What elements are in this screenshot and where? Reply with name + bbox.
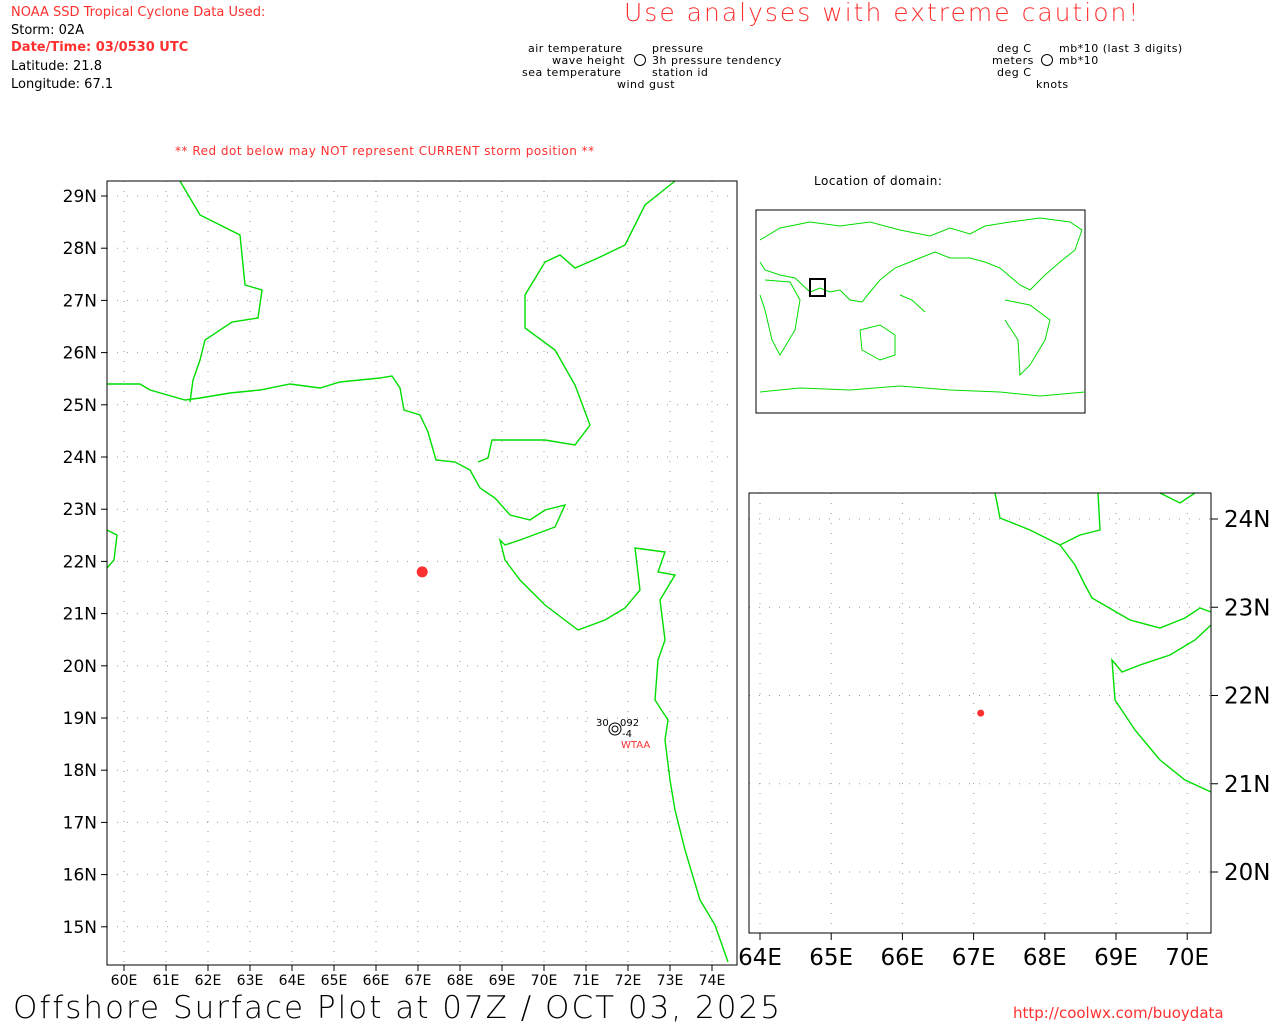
lon-tick-label: 71E bbox=[573, 973, 600, 989]
lat-tick-label: 17N bbox=[63, 813, 97, 833]
inset-storm-position-marker[interactable] bbox=[977, 709, 985, 717]
lon-tick-label: 73E bbox=[657, 973, 684, 989]
inset-lon-tick-label: 64E bbox=[738, 945, 782, 971]
inset-map-coastline bbox=[994, 492, 1212, 793]
lat-tick-label: 23N bbox=[63, 500, 97, 520]
legend-station-circle-icon bbox=[634, 54, 646, 66]
lon-tick-label: 61E bbox=[153, 973, 180, 989]
location-map-frame bbox=[755, 209, 1086, 414]
lon-tick-label: 70E bbox=[531, 973, 558, 989]
storm-position-marker[interactable] bbox=[416, 566, 428, 578]
inset-lat-tick-label: 21N bbox=[1224, 772, 1270, 798]
lon-tick-label: 60E bbox=[111, 973, 138, 989]
inset-lon-tick-label: 68E bbox=[1023, 945, 1067, 971]
inset-lat-tick-label: 23N bbox=[1224, 595, 1270, 621]
lon-tick-label: 69E bbox=[489, 973, 516, 989]
station-tendency: -4 bbox=[622, 729, 632, 740]
lon-tick-label: 67E bbox=[405, 973, 432, 989]
lon-tick-label: 62E bbox=[195, 973, 222, 989]
inset-lon-tick-label: 65E bbox=[809, 945, 853, 971]
plot-title: Offshore Surface Plot at 07Z / OCT 03, 2… bbox=[13, 990, 782, 1026]
lon-tick-label: 72E bbox=[615, 973, 642, 989]
station-plot-wtaa[interactable]: 30 092 -4 WTAA bbox=[596, 718, 650, 751]
lat-tick-label: 24N bbox=[63, 448, 97, 468]
lat-tick-label: 27N bbox=[63, 291, 97, 311]
lat-tick-label: 26N bbox=[63, 344, 97, 364]
lat-tick-label: 29N bbox=[63, 187, 97, 207]
inset-lon-tick-label: 66E bbox=[880, 945, 924, 971]
station-air-temp: 30 bbox=[596, 718, 609, 729]
lat-tick-label: 21N bbox=[63, 605, 97, 625]
lat-tick-label: 28N bbox=[63, 239, 97, 259]
inset-lat-tick-label: 22N bbox=[1224, 684, 1270, 710]
lon-tick-label: 63E bbox=[237, 973, 264, 989]
inset-lon-tick-label: 67E bbox=[952, 945, 996, 971]
inset-lon-tick-label: 69E bbox=[1094, 945, 1138, 971]
lon-tick-label: 65E bbox=[321, 973, 348, 989]
lon-tick-label: 64E bbox=[279, 973, 306, 989]
station-id: WTAA bbox=[621, 740, 650, 751]
inset-lat-tick-label: 20N bbox=[1224, 860, 1270, 886]
lon-tick-label: 74E bbox=[699, 973, 726, 989]
lon-tick-label: 68E bbox=[447, 973, 474, 989]
source-url-link[interactable]: http://coolwx.com/buoydata bbox=[1013, 1004, 1224, 1022]
station-inner-circle-icon bbox=[611, 725, 619, 733]
lat-tick-label: 25N bbox=[63, 396, 97, 416]
lat-tick-label: 16N bbox=[63, 866, 97, 886]
lat-tick-label: 18N bbox=[63, 761, 97, 781]
map-graphics: 60E 61E 62E 63E 64E 65E 66E 67E 68E 69E 70E 71E 72E 7… bbox=[63, 54, 1270, 989]
lat-tick-label: 22N bbox=[63, 552, 97, 572]
lat-tick-label: 20N bbox=[63, 657, 97, 677]
lon-tick-label: 66E bbox=[363, 973, 390, 989]
inset-lat-tick-label: 24N bbox=[1224, 507, 1270, 533]
inset-lon-tick-label: 70E bbox=[1165, 945, 1209, 971]
legend-units-circle-icon bbox=[1041, 54, 1053, 66]
lat-tick-label: 19N bbox=[63, 709, 97, 729]
lat-tick-label: 15N bbox=[63, 918, 97, 938]
station-pressure: 092 bbox=[620, 718, 639, 729]
